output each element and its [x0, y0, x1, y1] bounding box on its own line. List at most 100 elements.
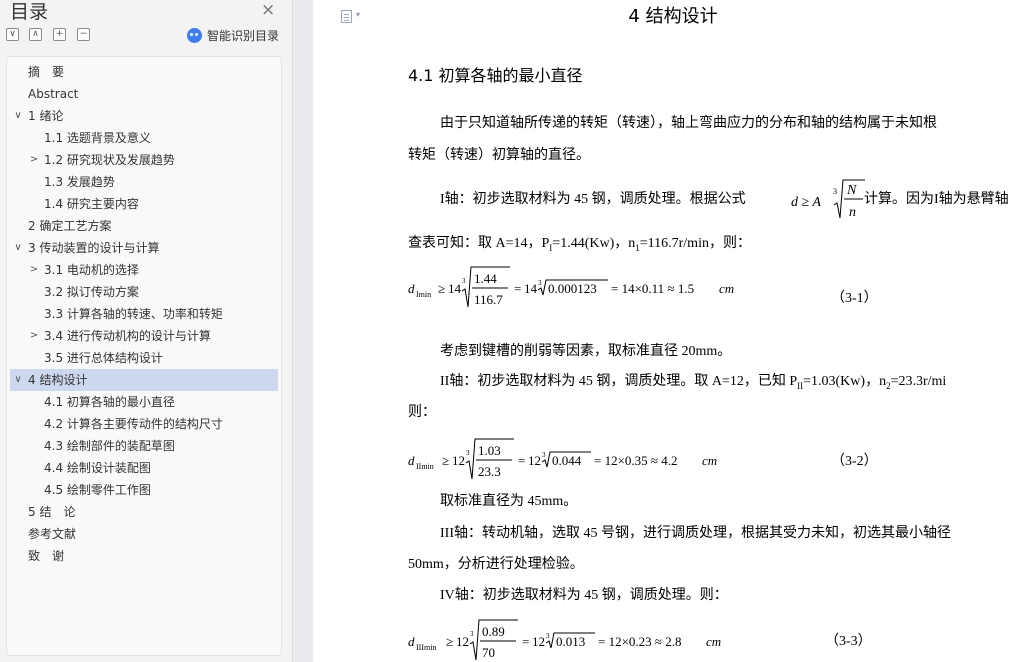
paragraph-1-line-2: 转矩（转速）初算轴的直径。: [408, 148, 590, 163]
document-page[interactable]: ▾ 4 结构设计 4.1 初算各轴的最小直径 由于只知道轴所传递的转矩（转速），…: [313, 0, 1013, 662]
collapse-all-icon[interactable]: ∨: [6, 28, 19, 41]
toc-item[interactable]: >3.4 进行传动机构的设计与计算: [10, 325, 278, 347]
given-p: =1.44(Kw)，n: [552, 236, 636, 251]
toc-item[interactable]: ∨ 1 绪论: [10, 105, 278, 127]
eq-numerator: 1.44: [474, 271, 497, 286]
toc-item[interactable]: 致 谢: [10, 545, 278, 567]
toc-item[interactable]: ∨ 3 传动装置的设计与计算: [10, 237, 278, 259]
equation-3-3: d IIImin ≥12 3 0.8970= 12 3 0.013 = 12×0.23 ≈ 2.…: [408, 619, 721, 661]
toc-item-label: Abstract: [28, 87, 79, 101]
toc-item[interactable]: 4.5 绘制零件工作图: [10, 479, 278, 501]
chevron-right-icon[interactable]: >: [28, 325, 40, 347]
toc-item[interactable]: >1.2 研究现状及发展趋势: [10, 149, 278, 171]
toc-item[interactable]: 5 结 论: [10, 501, 278, 523]
eq-cube-index: 3: [466, 449, 470, 457]
toc-item[interactable]: 2 确定工艺方案: [10, 215, 278, 237]
toc-item[interactable]: 参考文献: [10, 523, 278, 545]
toc-item-label: 摘 要: [28, 65, 65, 79]
eq-numerator: 0.89: [482, 624, 505, 639]
eq-coefficient: 12: [452, 453, 465, 468]
eq-d: d: [408, 281, 415, 296]
shaft-iii-line-2: 50mm，分析进行处理检验。: [408, 557, 584, 572]
eq-equals: =: [518, 453, 525, 468]
toc-item-label: 致 谢: [28, 549, 65, 563]
eq-coefficient-2: 14: [524, 281, 538, 296]
equation-number-3-1: （3-1）: [831, 291, 878, 306]
toc-item-label: 1.1 选题背景及意义: [44, 131, 151, 145]
eq-subscript: IImin: [416, 462, 434, 471]
chevron-down-icon[interactable]: ∨: [12, 369, 24, 391]
formula-cube-index: 3: [833, 187, 837, 196]
toc-item[interactable]: Abstract: [10, 83, 278, 105]
toc-item-label: 2 确定工艺方案: [28, 219, 112, 233]
given-a: 查表可知：取 A=14，P: [408, 236, 550, 251]
smart-toc-label: 智能识别目录: [207, 29, 280, 43]
shaft-ii-b: =1.03(Kw)，n: [803, 374, 887, 389]
chevron-right-icon[interactable]: >: [28, 149, 40, 171]
toc-item[interactable]: 1.4 研究主要内容: [10, 193, 278, 215]
smart-recognition-icon: [187, 28, 202, 43]
toc-item-label: 4 结构设计: [28, 373, 88, 387]
eq-rhs: = 14×0.11 ≈ 1.5: [611, 281, 694, 296]
add-heading-icon[interactable]: +: [53, 28, 66, 41]
toc-item-label: 3.5 进行总体结构设计: [44, 351, 163, 365]
eq-equals: =: [514, 281, 521, 296]
eq-coefficient-2: 12: [532, 634, 545, 649]
toc-item-label: 3.3 计算各轴的转速、功率和转矩: [44, 307, 223, 321]
eq-rhs: = 12×0.23 ≈ 2.8: [598, 634, 682, 649]
paragraph-keyway: 考虑到键槽的削弱等因素，取标准直径 20mm。: [440, 344, 732, 359]
toc-item[interactable]: 3.5 进行总体结构设计: [10, 347, 278, 369]
eq-geq: ≥: [438, 281, 445, 296]
eq-unit: cm: [706, 634, 721, 649]
toc-item[interactable]: 4.3 绘制部件的装配草图: [10, 435, 278, 457]
toc-item[interactable]: 4.1 初算各轴的最小直径: [10, 391, 278, 413]
toc-item-label: 1.2 研究现状及发展趋势: [44, 153, 175, 167]
chevron-down-icon[interactable]: ∨: [12, 105, 24, 127]
toc-item[interactable]: 1.1 选题背景及意义: [10, 127, 278, 149]
toc-item-label: 3 传动装置的设计与计算: [28, 241, 160, 255]
eq-coefficient-2: 12: [528, 453, 541, 468]
shaft-ii-c: =23.3r/mi: [890, 374, 947, 389]
expand-up-icon[interactable]: ∧: [29, 28, 42, 41]
toc-item[interactable]: >3.1 电动机的选择: [10, 259, 278, 281]
toc-item[interactable]: ∨ 4 结构设计: [10, 369, 278, 391]
toc-item[interactable]: 3.3 计算各轴的转速、功率和转矩: [10, 303, 278, 325]
eq-denominator: 70: [482, 645, 495, 660]
eq-cube-index-2: 3: [546, 632, 550, 640]
formula-d-text: d ≥ A: [791, 195, 821, 210]
chevron-down-icon[interactable]: ∨: [12, 237, 24, 259]
toc-item-label: 3.4 进行传动机构的设计与计算: [44, 329, 211, 343]
toc-item-label: 4.2 计算各主要传动件的结构尺寸: [44, 417, 223, 431]
chevron-right-icon[interactable]: >: [28, 259, 40, 281]
equation-3-2: d IImin ≥12 3 1.0323.3= 12 3 0.044 = 12×0.35 ≈ 4…: [408, 438, 717, 480]
toc-item[interactable]: 4.2 计算各主要传动件的结构尺寸: [10, 413, 278, 435]
close-icon[interactable]: ×: [261, 0, 275, 20]
toc-item[interactable]: 摘 要: [10, 61, 278, 83]
eq-rhs: = 12×0.35 ≈ 4.2: [594, 453, 678, 468]
shaft-i-given-values: 查表可知：取 A=14，PI=1.44(Kw)，n1=116.7r/min，则：: [408, 234, 751, 258]
paragraph-standard-diameter: 取标准直径为 45mm。: [440, 494, 578, 509]
smart-toc-button[interactable]: 智能识别目录: [187, 27, 279, 44]
eq-cube-index-2: 3: [542, 451, 546, 459]
section-heading: 4.1 初算各轴的最小直径: [408, 66, 583, 85]
eq-subscript: Imin: [416, 290, 431, 299]
toc-item-label: 1.4 研究主要内容: [44, 197, 139, 211]
eq-radicand: 0.013: [556, 634, 585, 649]
toc-item[interactable]: 3.2 拟订传动方案: [10, 281, 278, 303]
eq-radicand: 0.044: [552, 453, 582, 468]
toc-panel: 目录 × ∨ ∧ + − 智能识别目录 摘 要 Abstract ∨ 1 绪论 1.1 …: [0, 0, 293, 662]
document-area[interactable]: ▾ 4 结构设计 4.1 初算各轴的最小直径 由于只知道轴所传递的转矩（转速），…: [294, 0, 1013, 662]
equation-number-3-2: （3-2）: [831, 454, 878, 469]
shaft-i-text-a: I轴：初步选取材料为 45 钢，调质处理。根据公式: [440, 192, 746, 207]
formula-n-text: n: [849, 205, 856, 220]
equation-3-1: d Imin ≥14 3 1.44116.7= 14 3 0.000123 = 14×0.11 …: [408, 266, 734, 308]
eq-subscript: IIImin: [416, 643, 436, 652]
toc-item-label: 3.2 拟订传动方案: [44, 285, 139, 299]
toc-item[interactable]: 4.4 绘制设计装配图: [10, 457, 278, 479]
remove-heading-icon[interactable]: −: [77, 28, 90, 41]
toc-title: 目录: [10, 1, 49, 23]
eq-denominator: 116.7: [474, 292, 503, 307]
toc-item-label: 4.1 初算各轴的最小直径: [44, 395, 175, 409]
toc-item-label: 3.1 电动机的选择: [44, 263, 139, 277]
toc-item[interactable]: 1.3 发展趋势: [10, 171, 278, 193]
